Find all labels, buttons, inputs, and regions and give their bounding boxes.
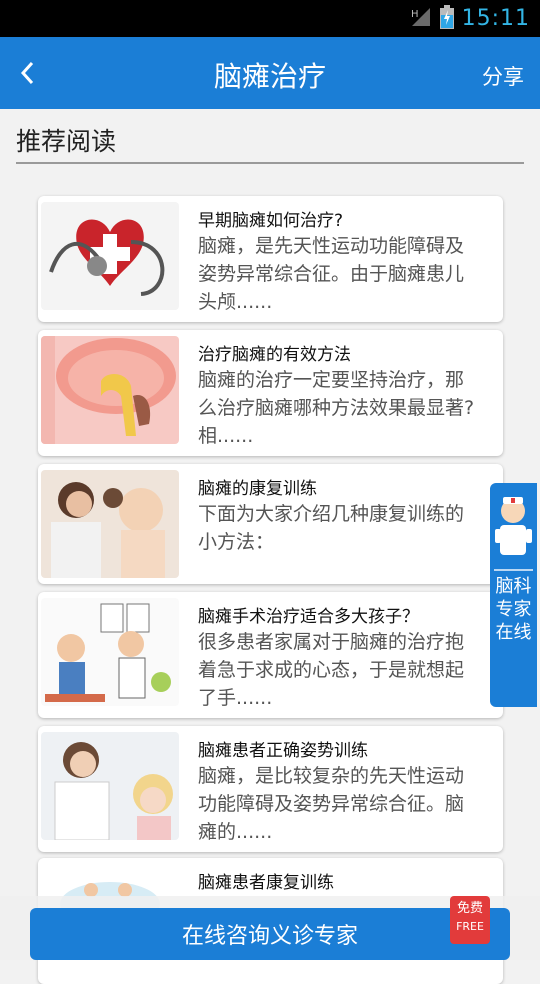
free-badge-cn: 免费 bbox=[456, 901, 483, 916]
article-thumbnail bbox=[41, 336, 179, 444]
expert-online-tab[interactable]: 脑科专家在线 bbox=[490, 483, 537, 707]
article-card[interactable]: 脑瘫患者正确姿势训练 脑瘫，是比较复杂的先天性运动功能障碍及姿势异常综合征。脑瘫… bbox=[38, 726, 503, 852]
article-thumbnail bbox=[41, 470, 179, 578]
svg-text:H: H bbox=[411, 9, 419, 20]
article-thumbnail bbox=[41, 732, 179, 840]
article-thumbnail bbox=[41, 598, 179, 706]
article-desc: 下面为大家介绍几种康复训练的小方法： bbox=[198, 503, 465, 553]
expert-online-label: 脑科专家在线 bbox=[495, 576, 532, 643]
free-badge: 免费 FREE bbox=[450, 896, 490, 944]
doctor-cartoon-icon bbox=[41, 598, 179, 706]
page-title: 脑瘫治疗 bbox=[213, 60, 326, 93]
section-title: 推荐阅读 bbox=[16, 127, 117, 156]
article-title: 早期脑瘫如何治疗? bbox=[198, 211, 344, 231]
article-thumbnail bbox=[41, 202, 179, 310]
heart-stethoscope-icon bbox=[41, 202, 179, 310]
article-desc: 脑瘫，是比较复杂的先天性运动功能障碍及姿势异常综合征。脑瘫的...... bbox=[198, 765, 465, 843]
doctor-child-icon bbox=[41, 732, 179, 840]
article-card[interactable]: 早期脑瘫如何治疗? 脑瘫，是先天性运动功能障碍及姿势异常综合征。由于脑瘫患儿头颅… bbox=[38, 196, 503, 322]
consult-expert-button[interactable]: 在线咨询义诊专家 bbox=[30, 908, 510, 960]
status-time: 15:11 bbox=[461, 6, 530, 31]
status-icons: H 15:11 bbox=[410, 4, 530, 33]
battery-icon bbox=[439, 4, 454, 33]
app-bar: 脑瘫治疗 分享 bbox=[0, 37, 540, 109]
doctor-avatar-icon bbox=[492, 491, 535, 561]
article-title: 脑瘫的康复训练 bbox=[198, 479, 317, 499]
article-title: 脑瘫手术治疗适合多大孩子？ bbox=[198, 607, 419, 627]
share-button[interactable]: 分享 bbox=[482, 61, 524, 91]
doctor-baby-icon bbox=[41, 470, 179, 578]
article-card[interactable]: 治疗脑瘫的有效方法 脑瘫的治疗一定要坚持治疗，那么治疗脑瘫哪种方法效果最显著?相… bbox=[38, 330, 503, 456]
article-desc: 脑瘫的治疗一定要坚持治疗，那么治疗脑瘫哪种方法效果最显著?相...... bbox=[198, 369, 475, 447]
article-title: 治疗脑瘫的有效方法 bbox=[198, 345, 351, 365]
article-desc: 脑瘫，是先天性运动功能障碍及姿势异常综合征。由于脑瘫患儿头颅...... bbox=[198, 235, 465, 313]
signal-icon: H bbox=[410, 6, 432, 32]
article-desc: 很多患者家属对于脑瘫的治疗抱着急于求成的心态，于是就想起了手...... bbox=[198, 631, 465, 709]
status-bar: H 15:11 bbox=[0, 0, 540, 37]
article-title: 脑瘫患者康复训练 bbox=[198, 873, 334, 893]
article-card[interactable]: 脑瘫手术治疗适合多大孩子？ 很多患者家属对于脑瘫的治疗抱着急于求成的心态，于是就… bbox=[38, 592, 503, 718]
free-badge-en: FREE bbox=[456, 920, 484, 933]
brain-anatomy-icon bbox=[41, 336, 179, 444]
article-card[interactable]: 脑瘫的康复训练 下面为大家介绍几种康复训练的小方法： bbox=[38, 464, 503, 584]
article-title: 脑瘫患者正确姿势训练 bbox=[198, 741, 368, 761]
tab-divider bbox=[494, 569, 533, 571]
section-header: 推荐阅读 bbox=[16, 112, 524, 164]
